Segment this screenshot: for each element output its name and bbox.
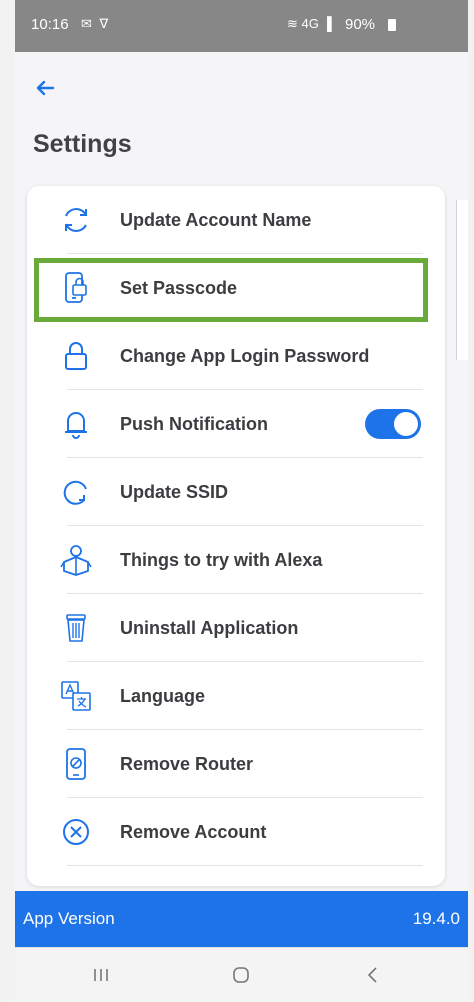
- lock-icon: [56, 336, 96, 376]
- close-circle-icon: [56, 812, 96, 852]
- signal-icons: ≋ 4G ▐: [287, 16, 332, 31]
- settings-item-label: Uninstall Application: [120, 617, 299, 638]
- status-bar: 10:16 ✉ ∇ ≋ 4G ▐ 90%: [15, 0, 468, 52]
- notification-icons: ✉ ∇: [81, 16, 111, 31]
- settings-item-label: Update SSID: [120, 481, 229, 502]
- settings-item-update-account-name[interactable]: Update Account Name: [47, 186, 423, 254]
- settings-list: Update Account Name Set Passcode Change …: [27, 186, 445, 886]
- settings-item-update-ssid[interactable]: Update SSID: [47, 458, 423, 526]
- page-title: Settings: [33, 130, 132, 158]
- settings-item-push-notification[interactable]: Push Notification: [47, 390, 423, 458]
- toggle-knob: [394, 412, 418, 436]
- settings-item-label: Update Account Name: [120, 209, 312, 230]
- remove-router-icon: [56, 744, 96, 784]
- app-version-value: 19.4.0: [412, 909, 460, 928]
- push-notification-toggle[interactable]: [365, 409, 421, 439]
- app-version-bar: App Version 19.4.0: [15, 891, 468, 947]
- home-icon[interactable]: [223, 960, 259, 990]
- set-passcode-highlight-box: [34, 258, 428, 322]
- background-card-edge: [456, 200, 468, 360]
- translate-icon: [56, 676, 96, 716]
- status-time: 10:16: [31, 16, 69, 33]
- trash-icon: [56, 608, 96, 648]
- divider: [67, 865, 423, 866]
- settings-item-label: Remove Router: [120, 753, 254, 774]
- battery-percent: 90%: [345, 16, 376, 33]
- settings-item-label: Remove Account: [120, 821, 267, 842]
- back-icon[interactable]: [355, 960, 391, 990]
- settings-item-label: Change App Login Password: [120, 345, 370, 366]
- circular-arrow-icon: [56, 472, 96, 512]
- battery-icon: [388, 19, 396, 31]
- app-version-label: App Version: [23, 909, 115, 928]
- back-arrow-icon[interactable]: [33, 76, 57, 100]
- alexa-person-icon: [56, 540, 96, 580]
- settings-item-remove-account[interactable]: Remove Account: [47, 798, 423, 866]
- settings-item-language[interactable]: Language: [47, 662, 423, 730]
- settings-item-things-to-try-with-alexa[interactable]: Things to try with Alexa: [47, 526, 423, 594]
- bell-icon: [56, 404, 96, 444]
- settings-item-label: Language: [120, 685, 206, 706]
- system-nav-bar: [15, 947, 468, 1002]
- app-screen: 10:16 ✉ ∇ ≋ 4G ▐ 90% Settings Update Acc…: [15, 0, 468, 1002]
- settings-item-label: Push Notification: [120, 413, 268, 434]
- recents-icon[interactable]: [83, 960, 119, 990]
- settings-item-uninstall-application[interactable]: Uninstall Application: [47, 594, 423, 662]
- refresh-icon: [56, 200, 96, 240]
- settings-item-change-app-login-password[interactable]: Change App Login Password: [47, 322, 423, 390]
- settings-item-remove-router[interactable]: Remove Router: [47, 730, 423, 798]
- settings-item-label: Things to try with Alexa: [120, 549, 323, 570]
